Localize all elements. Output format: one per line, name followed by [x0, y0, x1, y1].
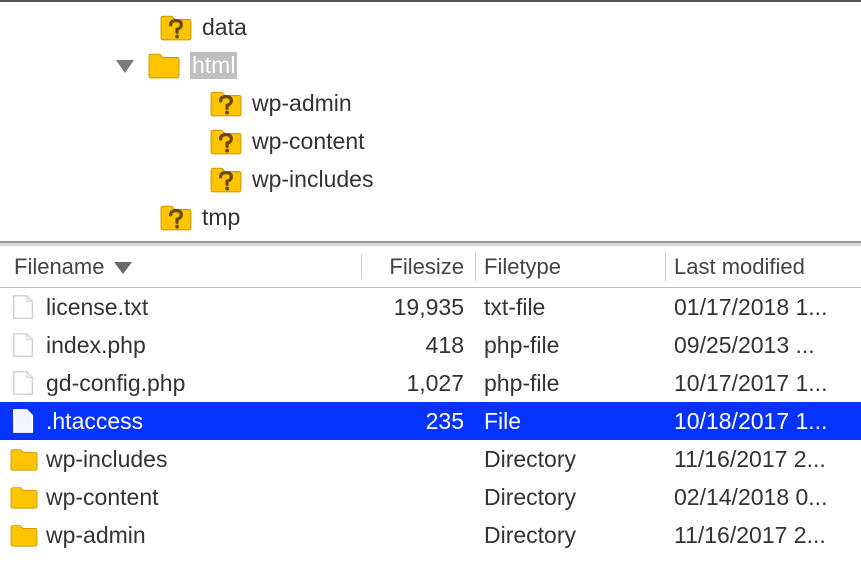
cell-filename: wp-content — [0, 484, 362, 511]
unknown-folder-icon — [210, 164, 242, 194]
cell-filesize: 418 — [362, 332, 476, 359]
filename-label: wp-admin — [46, 522, 146, 549]
filename-label: wp-includes — [46, 446, 167, 473]
tree-item-label: html — [190, 52, 237, 79]
cell-filesize: 1,027 — [362, 370, 476, 397]
cell-filename: gd-config.php — [0, 370, 362, 397]
unknown-folder-icon — [160, 12, 192, 42]
list-item[interactable]: wp-includes Directory11/16/2017 2... — [0, 440, 861, 478]
filename-label: .htaccess — [46, 408, 143, 435]
tree-item[interactable]: wp-content — [0, 122, 861, 160]
cell-lastmodified: 11/16/2017 2... — [666, 522, 861, 549]
cell-filesize: 19,935 — [362, 294, 476, 321]
column-header-row: Filename Filesize Filetype Last modified — [0, 246, 861, 288]
cell-lastmodified: 02/14/2018 0... — [666, 484, 861, 511]
file-icon — [10, 370, 38, 396]
cell-filetype: txt-file — [476, 294, 666, 321]
cell-lastmodified: 10/17/2017 1... — [666, 370, 861, 397]
cell-filetype: php-file — [476, 370, 666, 397]
list-item[interactable]: .htaccess 235File10/18/2017 1... — [0, 402, 861, 440]
column-header-filesize[interactable]: Filesize — [362, 246, 476, 287]
cell-filename: license.txt — [0, 294, 362, 321]
tree-indent — [0, 27, 160, 28]
tree-item-label: wp-includes — [252, 166, 373, 193]
unknown-folder-icon — [210, 88, 242, 118]
cell-filename: .htaccess — [0, 408, 362, 435]
list-item[interactable]: index.php 418php-file09/25/2013 ... — [0, 326, 861, 364]
tree-indent — [0, 65, 116, 66]
tree-item[interactable]: wp-admin — [0, 84, 861, 122]
column-header-filesize-label: Filesize — [389, 254, 464, 280]
cell-lastmodified: 01/17/2018 1... — [666, 294, 861, 321]
list-item[interactable]: license.txt 19,935txt-file01/17/2018 1... — [0, 288, 861, 326]
tree-indent — [0, 217, 160, 218]
tree-item-label: wp-content — [252, 128, 365, 155]
cell-filetype: Directory — [476, 446, 666, 473]
column-header-lastmodified[interactable]: Last modified — [666, 246, 861, 287]
unknown-folder-icon — [160, 202, 192, 232]
cell-lastmodified: 10/18/2017 1... — [666, 408, 861, 435]
column-header-lastmodified-label: Last modified — [674, 254, 805, 280]
tree-indent — [0, 141, 210, 142]
filename-label: gd-config.php — [46, 370, 185, 397]
cell-filetype: Directory — [476, 484, 666, 511]
tree-item-label: wp-admin — [252, 90, 352, 117]
cell-filetype: Directory — [476, 522, 666, 549]
file-icon — [10, 332, 38, 358]
file-icon — [10, 408, 38, 434]
filename-label: index.php — [46, 332, 146, 359]
column-header-filetype-label: Filetype — [484, 254, 561, 280]
filename-label: license.txt — [46, 294, 148, 321]
unknown-folder-icon — [210, 126, 242, 156]
tree-item[interactable]: tmp — [0, 198, 861, 236]
filename-label: wp-content — [46, 484, 159, 511]
tree-item-label: tmp — [202, 204, 240, 231]
cell-filesize: 235 — [362, 408, 476, 435]
folder-icon — [10, 484, 38, 510]
tree-indent — [0, 179, 210, 180]
list-item[interactable]: wp-admin Directory11/16/2017 2... — [0, 516, 861, 554]
column-header-filename-label: Filename — [14, 254, 104, 280]
column-header-filetype[interactable]: Filetype — [476, 246, 666, 287]
tree-item[interactable]: html — [0, 46, 861, 84]
tree-item[interactable]: data — [0, 8, 861, 46]
tree-item[interactable]: wp-includes — [0, 160, 861, 198]
cell-lastmodified: 09/25/2013 ... — [666, 332, 861, 359]
file-list-panel: Filename Filesize Filetype Last modified… — [0, 243, 861, 588]
cell-filename: wp-includes — [0, 446, 362, 473]
tree-indent — [0, 103, 210, 104]
folder-icon — [148, 50, 180, 80]
cell-filename: wp-admin — [0, 522, 362, 549]
column-header-filename[interactable]: Filename — [0, 246, 362, 287]
cell-filetype: php-file — [476, 332, 666, 359]
cell-filename: index.php — [0, 332, 362, 359]
remote-tree-panel: data html wp-admin wp-content wp-includes tmp — [0, 2, 861, 243]
file-icon — [10, 294, 38, 320]
tree-item-label: data — [202, 14, 247, 41]
folder-icon — [10, 522, 38, 548]
sort-descending-icon — [114, 262, 132, 274]
chevron-down-icon[interactable] — [116, 60, 134, 73]
cell-filetype: File — [476, 408, 666, 435]
cell-lastmodified: 11/16/2017 2... — [666, 446, 861, 473]
folder-icon — [10, 446, 38, 472]
list-item[interactable]: gd-config.php 1,027php-file10/17/2017 1..… — [0, 364, 861, 402]
list-item[interactable]: wp-content Directory02/14/2018 0... — [0, 478, 861, 516]
